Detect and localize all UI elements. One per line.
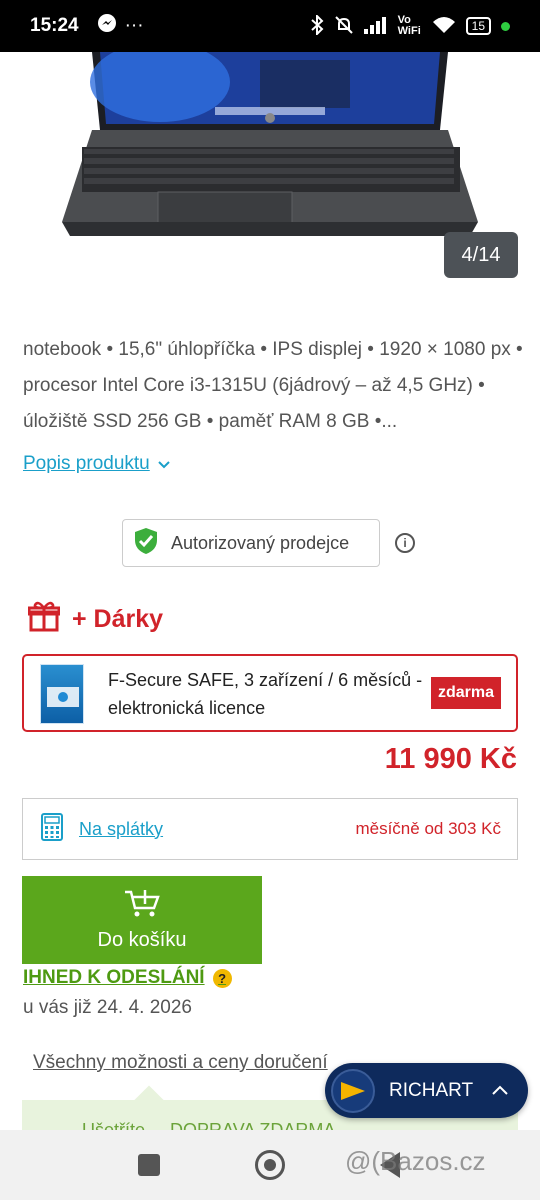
delivery-options-link[interactable]: Všechny možnosti a ceny doručení <box>33 1052 328 1074</box>
delivery-date: u vás již 24. 4. 2026 <box>23 997 192 1018</box>
chat-widget-button[interactable]: RICHART <box>325 1063 528 1118</box>
signal-icon <box>363 16 388 37</box>
chat-widget-label[interactable]: RICHART <box>389 1080 473 1102</box>
authorized-seller-label: Autorizovaný prodejce <box>171 532 350 553</box>
image-counter: 4/14 <box>444 232 518 278</box>
chevron-up-icon[interactable] <box>492 1082 508 1100</box>
gifts-heading: + Dárky <box>27 600 164 639</box>
active-dot-icon <box>501 21 510 31</box>
more-notifications-icon: ··· <box>124 15 144 36</box>
calculator-icon <box>41 812 63 846</box>
messenger-icon <box>97 13 117 39</box>
gift-icon <box>27 600 61 639</box>
f-secure-box-image <box>40 664 84 724</box>
free-badge: zdarma <box>431 677 501 709</box>
clock: 15:24 <box>30 15 79 36</box>
status-bar: 15:24 ··· Vo WiFi 15 <box>0 0 540 52</box>
home-button[interactable] <box>255 1150 285 1180</box>
bazos-watermark: @(Bazos.cz <box>345 1146 486 1176</box>
chat-play-icon <box>331 1068 375 1113</box>
add-to-cart-button[interactable]: Do košíku <box>22 876 262 964</box>
monthly-price: měsíčně od 303 Kč <box>355 819 501 838</box>
gift-item[interactable]: F-Secure SAFE, 3 zařízení / 6 měsíců - e… <box>22 654 518 732</box>
recents-button[interactable] <box>138 1154 160 1176</box>
product-description: notebook • 15,6" úhlopříčka • IPS disple… <box>23 339 523 432</box>
availability-status[interactable]: IHNED K ODESLÁNÍ ? <box>23 967 232 989</box>
gifts-title: + Dárky <box>72 605 164 633</box>
vowifi-label: Vo WiFi <box>397 14 421 37</box>
installments-box[interactable]: Na splátky měsíčně od 303 Kč <box>22 798 518 860</box>
battery-indicator: 15 <box>465 17 491 35</box>
installments-link[interactable]: Na splátky <box>79 819 163 840</box>
availability-label[interactable]: IHNED K ODESLÁNÍ <box>23 967 205 989</box>
help-icon[interactable]: ? <box>212 968 232 988</box>
popis-link-label[interactable]: Popis produktu <box>23 453 150 475</box>
authorized-seller-badge: Autorizovaný prodejce <box>122 519 380 567</box>
mute-bell-icon <box>334 15 354 38</box>
chevron-down-icon[interactable] <box>158 456 170 472</box>
shield-check-icon <box>133 527 159 560</box>
cart-add-icon <box>124 889 160 925</box>
system-navigation-bar: @(Bazos.cz <box>0 1130 540 1200</box>
wifi-icon <box>432 16 456 37</box>
bluetooth-icon <box>310 13 324 38</box>
add-to-cart-label[interactable]: Do košíku <box>98 929 187 952</box>
product-price: 11 990 Kč <box>384 743 517 775</box>
product-description-link[interactable]: Popis produktu <box>23 453 170 475</box>
gift-item-name: F-Secure SAFE, 3 zařízení / 6 měsíců - e… <box>108 670 423 718</box>
info-icon[interactable]: i <box>395 533 415 553</box>
